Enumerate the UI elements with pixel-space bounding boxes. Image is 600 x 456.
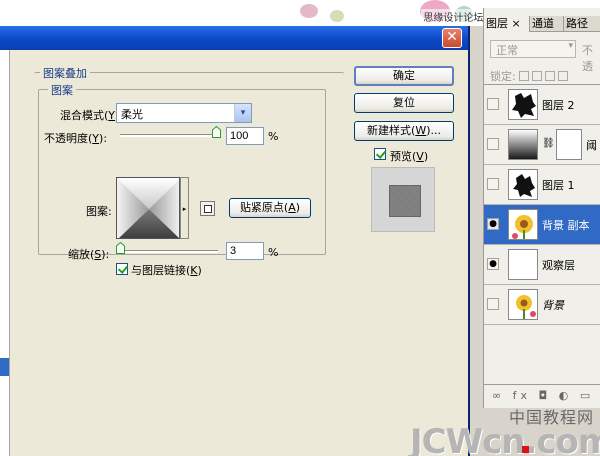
opacity-label: 不透明度(Y): xyxy=(44,132,108,145)
link-with-layer-checkbox[interactable] xyxy=(116,263,128,275)
opacity-unit: % xyxy=(268,130,279,143)
tab-paths[interactable]: 路径 xyxy=(564,16,600,32)
layer-row[interactable]: 图层 2 xyxy=(484,85,600,125)
eye-icon[interactable]: ● xyxy=(487,258,499,270)
visibility-toggle[interactable] xyxy=(487,298,499,310)
reset-button[interactable]: 复位 xyxy=(354,93,454,113)
layer-name: 图层 2 xyxy=(542,99,575,112)
pattern-label: 图案: xyxy=(86,205,112,218)
layer-list: 图层 2 ⛓ 阈 图层 1 ● 背景 副本 ● 观察层 背景 xyxy=(484,84,600,384)
ok-button[interactable]: 确定 xyxy=(354,66,454,86)
blend-mode-label: 混合模式(Y): xyxy=(60,109,123,122)
flower-decoration xyxy=(330,10,344,22)
style-list-strip[interactable] xyxy=(0,50,10,456)
flower-decoration xyxy=(300,4,318,18)
layer-row[interactable]: 图层 1 xyxy=(484,165,600,205)
scale-slider-thumb[interactable] xyxy=(116,242,125,254)
opacity-input[interactable] xyxy=(226,127,264,145)
close-button[interactable]: ✕ xyxy=(442,28,462,48)
dialog-titlebar[interactable]: ✕ xyxy=(0,26,468,50)
style-list-selected[interactable] xyxy=(0,358,9,376)
chevron-down-icon: ▾ xyxy=(568,41,573,51)
tab-channels[interactable]: 通道 xyxy=(530,16,564,32)
section-title: 图案叠加 xyxy=(40,65,90,81)
chevron-down-icon[interactable]: ▾ xyxy=(234,104,251,122)
opacity-slider[interactable] xyxy=(120,134,220,137)
pattern-menu-arrow-icon[interactable]: ▸ xyxy=(180,177,189,239)
pattern-overlay-dialog: ✕ 图案叠加 图案 混合模式(Y): 柔光 ▾ 不透明度(Y): % 图案: ▸… xyxy=(0,26,470,456)
layer-name: 图层 1 xyxy=(542,179,575,192)
lock-transparent-icon[interactable] xyxy=(518,71,529,81)
layer-blend-mode-select[interactable]: 正常 ▾ xyxy=(490,40,576,58)
chain-link-icon: ⛓ xyxy=(542,138,555,149)
layer-thumbnail xyxy=(508,169,538,200)
layer-thumbnail xyxy=(508,129,538,160)
group-title: 图案 xyxy=(48,82,76,98)
link-with-layer-label[interactable]: 与图层链接(K) xyxy=(131,262,202,278)
scale-label: 缩放(S): xyxy=(68,248,110,261)
layers-panel: 图层 × 通道 路径 正常 ▾ 不透 锁定: 图层 2 ⛓ 阈 图层 1 ● 背景… xyxy=(483,8,600,408)
layer-thumbnail xyxy=(508,249,538,280)
lock-controls: 锁定: xyxy=(490,68,568,84)
panel-tabs: 图层 × 通道 路径 xyxy=(484,16,600,32)
layer-name: 背景 xyxy=(542,299,564,312)
blend-mode-select[interactable]: 柔光 ▾ xyxy=(116,103,252,123)
tab-layers[interactable]: 图层 × xyxy=(484,16,530,32)
watermark-dot xyxy=(522,446,529,453)
visibility-toggle[interactable] xyxy=(487,178,499,190)
lock-position-icon[interactable] xyxy=(544,71,555,81)
layer-thumbnail xyxy=(508,289,538,320)
scale-input[interactable] xyxy=(226,242,264,260)
style-preview-thumbnail xyxy=(371,167,435,232)
layer-thumbnail xyxy=(508,209,538,240)
new-preset-icon[interactable] xyxy=(200,201,215,216)
layer-opacity-label: 不透 xyxy=(582,44,593,73)
layer-thumbnail xyxy=(508,89,538,120)
layer-action-icons[interactable]: ∞ fx ◘ ◐ ▭ xyxy=(484,384,600,406)
blend-mode-value: 柔光 xyxy=(121,108,143,121)
layer-row[interactable]: ● 背景 副本 xyxy=(484,205,600,245)
scale-unit: % xyxy=(268,246,279,259)
layer-row[interactable]: ● 观察层 xyxy=(484,245,600,285)
new-style-button[interactable]: 新建样式(W)... xyxy=(354,121,454,141)
visibility-toggle[interactable] xyxy=(487,98,499,110)
visibility-toggle[interactable] xyxy=(487,138,499,150)
pattern-swatch[interactable] xyxy=(116,177,180,239)
opacity-slider-thumb[interactable] xyxy=(212,126,221,138)
layer-name: 背景 副本 xyxy=(542,219,590,232)
preview-checkbox[interactable] xyxy=(374,148,386,160)
snap-to-origin-button[interactable]: 贴紧原点(A) xyxy=(229,198,311,218)
eye-icon[interactable]: ● xyxy=(487,218,499,230)
lock-all-icon[interactable] xyxy=(557,71,568,81)
lock-image-icon[interactable] xyxy=(531,71,542,81)
preview-label[interactable]: 预览(V) xyxy=(390,148,428,164)
layer-row[interactable]: 背景 xyxy=(484,285,600,325)
watermark-en: JCWcn.com xyxy=(410,422,600,456)
layer-row[interactable]: ⛓ 阈 xyxy=(484,125,600,165)
layer-name: 阈 xyxy=(586,139,597,152)
layer-mask-thumbnail xyxy=(556,129,582,160)
layer-name: 观察层 xyxy=(542,259,575,272)
site-watermark: 中国教程网 JCWcn.com xyxy=(408,408,600,456)
scale-slider[interactable] xyxy=(120,250,218,253)
